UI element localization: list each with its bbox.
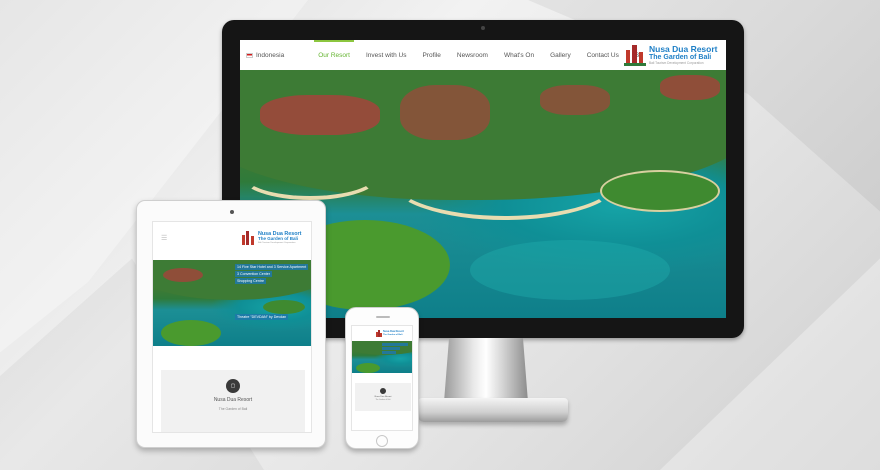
logo-subtitle: The Garden of Bali (649, 54, 712, 62)
card-subtitle: The Garden of Bali (218, 407, 248, 411)
hero-caption: 14 Five Star Hotel and 3 Service Apartme… (235, 264, 309, 270)
hero-caption: Theatre "DEVDAN" by Devdan (235, 314, 289, 320)
resort-roofs (540, 85, 610, 115)
phone-card-title: Nusa Dua Resort (374, 396, 392, 398)
indonesia-flag-icon[interactable] (246, 52, 253, 58)
phone-hero-caption (382, 351, 396, 354)
resort-roofs (400, 85, 490, 140)
circle-icon (380, 388, 386, 394)
tablet-screen: ☰ Nusa Dua Resort The Garden of Bali Bal… (152, 221, 312, 433)
monitor-stand-base (418, 398, 568, 422)
monitor-camera (481, 26, 485, 30)
resort-roofs (260, 95, 380, 135)
nav-item-whats-on[interactable]: What's On (504, 52, 534, 59)
logo-tagline: Bali Tourism Development Corporation (649, 61, 704, 66)
phone-logo[interactable]: Nusa Dua Resort The Garden of Bali (376, 330, 404, 337)
tablet-logo[interactable]: Nusa Dua Resort The Garden of Bali Bali … (241, 231, 301, 245)
temple-logo-icon (241, 231, 255, 245)
circle-icon: ▢ (226, 379, 240, 393)
card-title: Nusa Dua Resort (213, 397, 253, 403)
hero-caption: Shopping Centre (235, 278, 266, 284)
language-selector[interactable]: Indonesia (256, 52, 284, 59)
phone-home-button[interactable] (376, 435, 388, 447)
site-logo[interactable]: Nusa Dua Resort The Garden of Bali Bali … (624, 44, 718, 66)
nav-item-profile[interactable]: Profile (422, 52, 440, 59)
monitor-stand-neck (444, 338, 528, 402)
info-card[interactable]: ▢ Nusa Dua Resort The Garden of Bali (161, 370, 305, 432)
phone-screen: Nusa Dua Resort The Garden of Bali Nusa … (351, 325, 413, 431)
tablet-logo-tagline: Bali Tourism Development Corporation (258, 241, 296, 244)
tablet-camera (230, 210, 234, 214)
resort-roofs (163, 268, 203, 282)
phone-card-subtitle: The Garden of Bali (375, 399, 391, 401)
peninsula (161, 320, 221, 346)
hero-caption: 3 Convention Center (235, 271, 272, 277)
phone-hero-caption (382, 343, 408, 346)
beach (390, 140, 620, 220)
temple-logo-icon (376, 330, 382, 337)
beach (240, 150, 380, 200)
island (600, 170, 720, 212)
tablet-hero-image (153, 260, 311, 346)
phone-logo-subtitle: The Garden of Bali (383, 333, 403, 336)
nav-item-our-resort[interactable]: Our Resort (314, 40, 354, 59)
phone-device: Nusa Dua Resort The Garden of Bali Nusa … (345, 307, 419, 449)
temple-logo-icon (624, 44, 646, 66)
logo-title: Nusa Dua Resort (649, 43, 718, 54)
nav-item-gallery[interactable]: Gallery (550, 52, 571, 59)
island (263, 300, 305, 314)
nav-item-newsroom[interactable]: Newsroom (457, 52, 488, 59)
tablet-device: ☰ Nusa Dua Resort The Garden of Bali Bal… (136, 200, 326, 448)
nav-item-invest[interactable]: Invest with Us (366, 52, 406, 59)
phone-speaker (376, 316, 390, 318)
peninsula (356, 363, 380, 373)
resort-roofs (660, 75, 720, 100)
menu-icon[interactable]: ☰ (161, 234, 167, 242)
reef (470, 240, 670, 300)
nav-item-contact[interactable]: Contact Us (587, 52, 619, 59)
phone-hero-caption (382, 347, 400, 350)
phone-info-card[interactable]: Nusa Dua Resort The Garden of Bali (355, 383, 411, 411)
